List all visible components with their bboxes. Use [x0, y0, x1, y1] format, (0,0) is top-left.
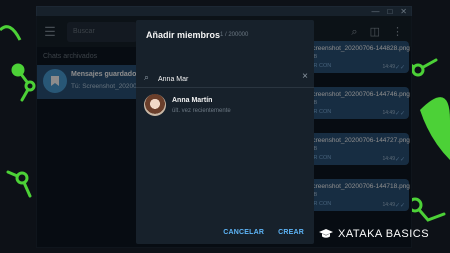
add-members-dialog: Añadir miembros 1 / 200000 ⌕ × Anna Mart… [136, 20, 314, 244]
xataka-basics-watermark: XATAKA BASICS [318, 228, 429, 240]
dialog-actions: CANCELAR CREAR [223, 229, 304, 236]
contact-last-seen: últ. vez recientemente [172, 108, 231, 114]
cancel-button[interactable]: CANCELAR [223, 229, 264, 236]
avatar [144, 94, 166, 116]
watermark-text: XATAKA BASICS [338, 228, 430, 240]
member-count: 1 / 200000 [220, 32, 249, 38]
contact-result-anna[interactable]: Anna Martín últ. vez recientemente [136, 92, 314, 122]
member-search: ⌕ × [136, 70, 314, 88]
clear-search-icon[interactable]: × [302, 71, 308, 82]
contact-name: Anna Martín [172, 97, 213, 104]
member-search-input[interactable] [158, 73, 278, 85]
search-icon: ⌕ [144, 72, 150, 82]
create-button[interactable]: CREAR [278, 229, 304, 236]
dialog-title: Añadir miembros [146, 30, 221, 40]
graduation-cap-icon [319, 229, 333, 238]
